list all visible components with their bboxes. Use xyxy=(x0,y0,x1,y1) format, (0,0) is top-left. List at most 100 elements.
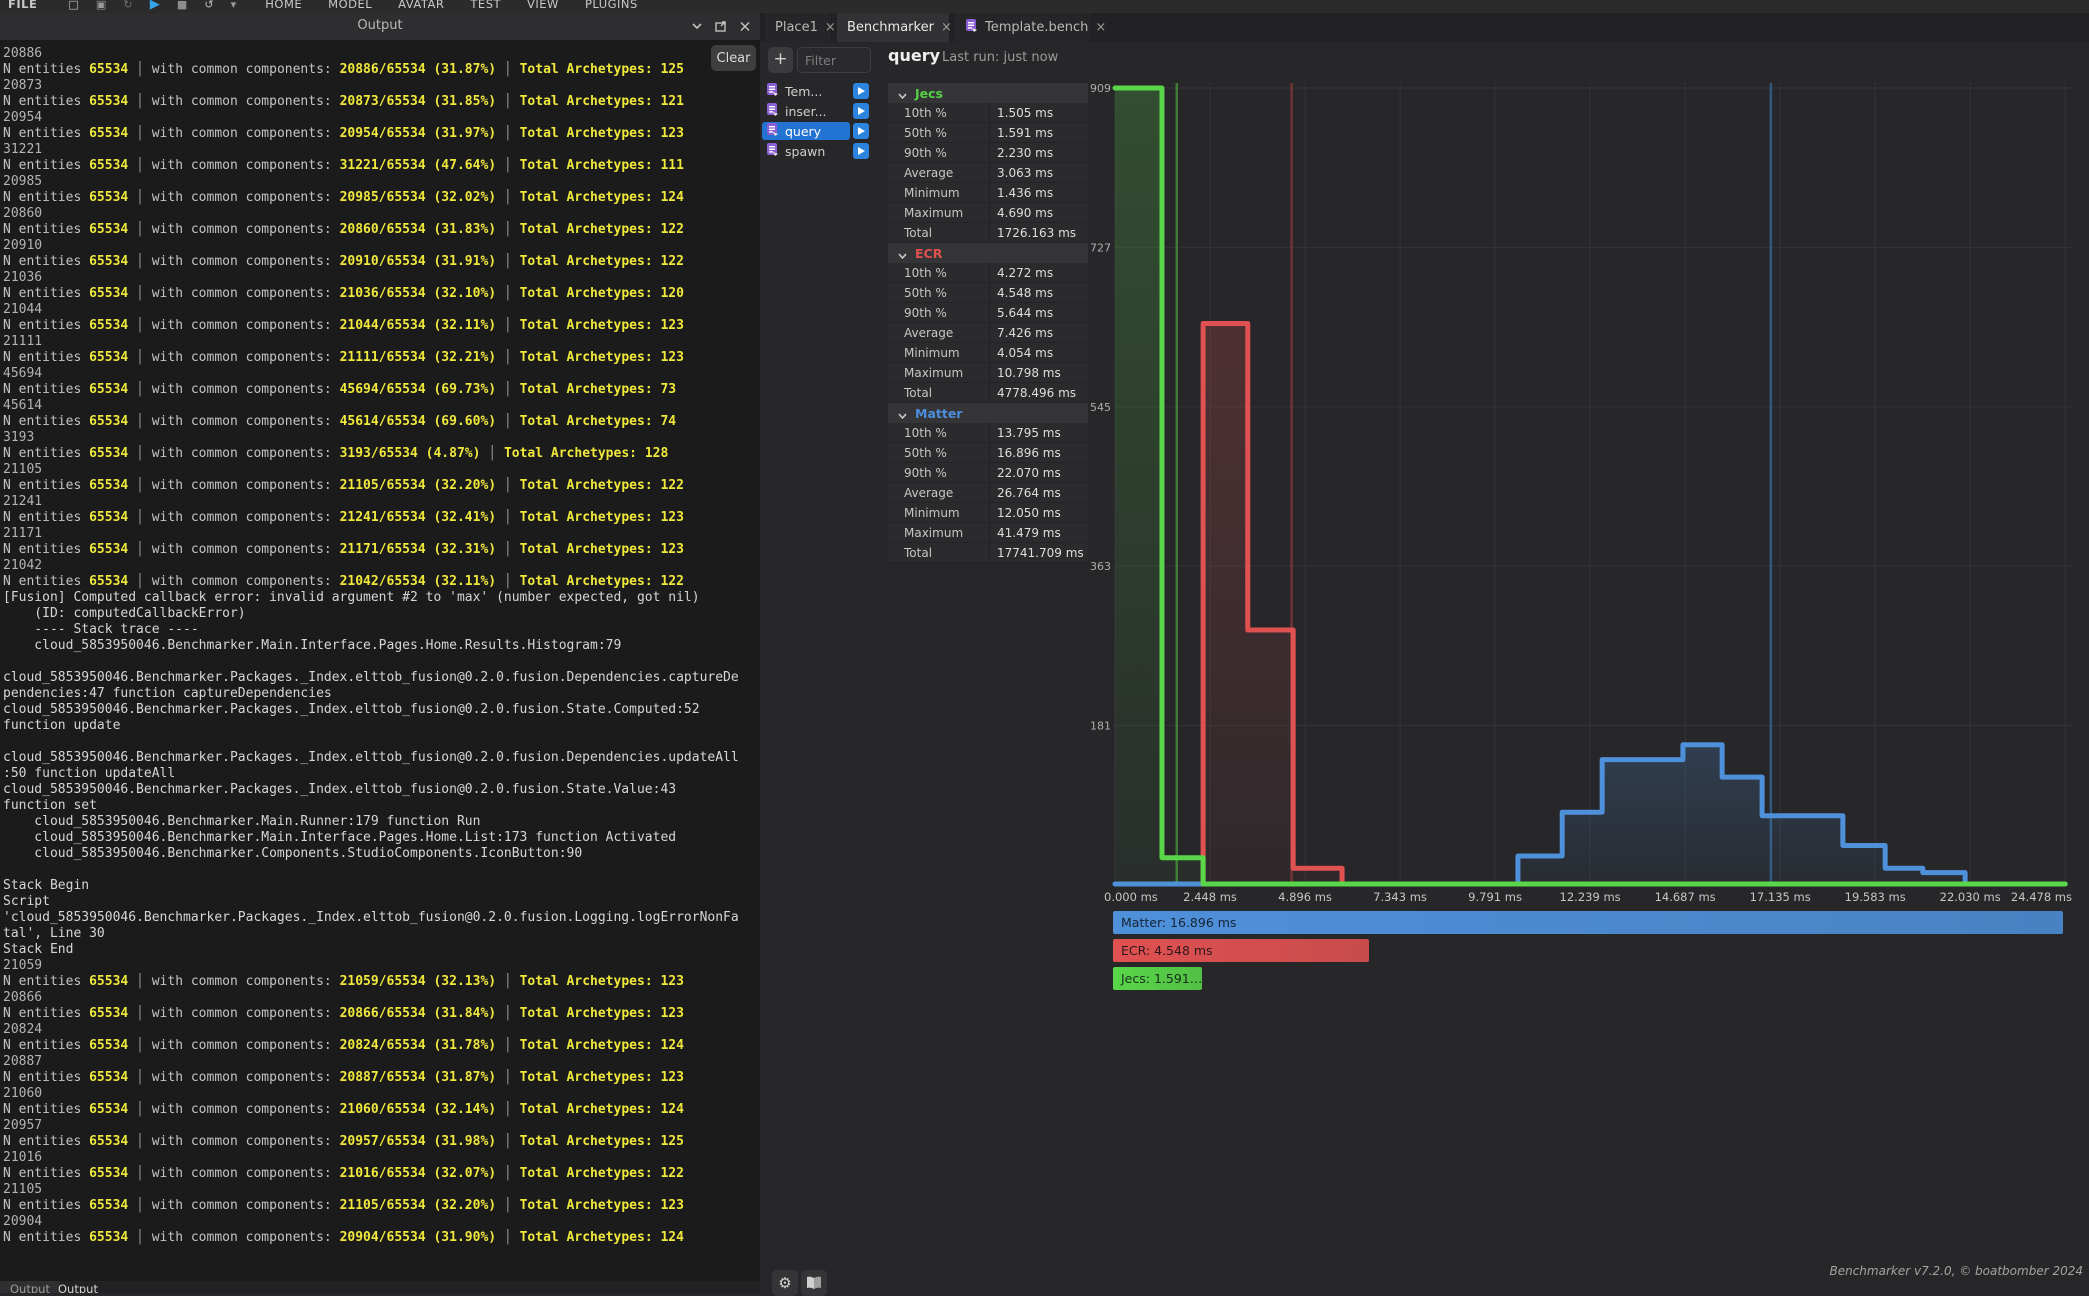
clipboard-icon[interactable]: □ xyxy=(68,0,78,13)
output-panel: Output 20886N entities 65534 │ with comm… xyxy=(0,13,760,1281)
console-text: 65534 xyxy=(89,542,128,557)
output-panel-titlebar[interactable]: Output xyxy=(0,13,760,40)
stats-section-header-matter[interactable]: Matter xyxy=(888,403,1088,423)
column-divider xyxy=(989,283,990,302)
stats-row: Minimum4.054 ms xyxy=(888,343,1088,363)
console-line: function set xyxy=(3,798,760,814)
stat-label: Maximum xyxy=(904,366,963,380)
sidebar-item-inser[interactable]: inser... xyxy=(762,102,850,120)
stat-label: Maximum xyxy=(904,206,963,220)
tab-template-bench[interactable]: Template.bench× xyxy=(955,13,1092,42)
console-line: 20873 xyxy=(3,78,760,94)
console-text: │ xyxy=(496,382,519,397)
stat-value: 41.479 ms xyxy=(997,526,1061,540)
menu-plugins[interactable]: PLUGINS xyxy=(585,0,638,13)
console-text: with common components: xyxy=(152,574,340,589)
console-line: N entities 65534 │ with common component… xyxy=(3,222,760,238)
console-line: N entities 65534 │ with common component… xyxy=(3,126,760,142)
run-benchmark-button[interactable] xyxy=(853,103,869,119)
console-text: 65534 xyxy=(89,574,128,589)
menu-avatar[interactable]: AVATAR xyxy=(398,0,444,13)
menu-model[interactable]: MODEL xyxy=(328,0,372,13)
stats-section-header-ecr[interactable]: ECR xyxy=(888,243,1088,263)
console-text: 21059/65534 (32.13%) xyxy=(340,974,497,989)
stat-value: 4778.496 ms xyxy=(997,386,1076,400)
console-text: │ xyxy=(128,94,151,109)
stat-label: Minimum xyxy=(904,506,960,520)
console-text: N entities xyxy=(3,574,89,589)
stat-label: 10th % xyxy=(904,106,947,120)
docked-tab-1[interactable]: Output xyxy=(48,1281,108,1293)
console-line: N entities 65534 │ with common component… xyxy=(3,478,760,494)
console-text: │ xyxy=(496,1070,519,1085)
stat-value: 5.644 ms xyxy=(997,306,1053,320)
console-text: N entities xyxy=(3,62,89,77)
console-text: │ xyxy=(128,1134,151,1149)
console-text: N entities xyxy=(3,222,89,237)
sidebar-item-spawn[interactable]: spawn xyxy=(762,142,850,160)
menu-test[interactable]: TEST xyxy=(470,0,501,13)
console-text: N entities xyxy=(3,1230,89,1245)
column-divider xyxy=(989,123,990,142)
column-divider xyxy=(989,323,990,342)
chevron-down-icon[interactable] xyxy=(690,17,704,35)
menu-home[interactable]: HOME xyxy=(265,0,302,13)
pop-out-icon[interactable] xyxy=(714,17,728,35)
stat-value: 1726.163 ms xyxy=(997,226,1076,240)
console-text: │ xyxy=(128,1038,151,1053)
console-text: 21016/65534 (32.07%) xyxy=(340,1166,497,1181)
settings-button[interactable]: ⚙ xyxy=(772,1270,798,1296)
close-icon[interactable]: × xyxy=(825,20,836,35)
play-icon[interactable]: ▶ xyxy=(150,0,160,13)
tab-place1[interactable]: Place1× xyxy=(765,13,832,42)
run-benchmark-button[interactable] xyxy=(853,83,869,99)
undo-icon[interactable]: ↺ xyxy=(204,0,213,13)
console-text: │ xyxy=(496,1198,519,1213)
console-line: N entities 65534 │ with common component… xyxy=(3,974,760,990)
console-line: 21042 xyxy=(3,558,760,574)
close-icon[interactable]: × xyxy=(941,20,952,35)
tab-benchmarker[interactable]: Benchmarker× xyxy=(837,13,950,42)
console-text: 45614/65534 (69.60%) xyxy=(340,414,497,429)
console-line: 20860 xyxy=(3,206,760,222)
run-benchmark-button[interactable] xyxy=(853,143,869,159)
menu-file[interactable]: FILE xyxy=(8,0,37,13)
console-line: cloud_5853950046.Benchmarker.Packages._I… xyxy=(3,750,760,766)
stats-row: Average3.063 ms xyxy=(888,163,1088,183)
column-divider xyxy=(989,103,990,122)
clear-button[interactable]: Clear xyxy=(711,45,756,71)
sidebar-item-query[interactable]: query xyxy=(762,122,850,140)
stop-icon[interactable]: ■ xyxy=(177,0,187,13)
console-text: N entities xyxy=(3,350,89,365)
console-line: cloud_5853950046.Benchmarker.Main.Interf… xyxy=(3,830,760,846)
console-text: │ xyxy=(480,446,503,461)
stat-label: 50th % xyxy=(904,126,947,140)
redo-icon[interactable]: ↻ xyxy=(123,0,132,13)
console-text: 20985/65534 (32.02%) xyxy=(340,190,497,205)
console-text: with common components: xyxy=(152,382,340,397)
sidebar-item-Tem[interactable]: Tem... xyxy=(762,82,850,100)
console-text: │ xyxy=(128,1102,151,1117)
console-line xyxy=(3,734,760,750)
close-icon[interactable] xyxy=(738,17,752,35)
filter-input[interactable] xyxy=(797,47,871,73)
run-benchmark-button[interactable] xyxy=(853,123,869,139)
console-line: N entities 65534 │ with common component… xyxy=(3,1038,760,1054)
console-text: N entities xyxy=(3,1102,89,1117)
console-text: 65534 xyxy=(89,974,128,989)
stats-row: Total17741.709 ms xyxy=(888,543,1088,563)
stats-section-header-jecs[interactable]: Jecs xyxy=(888,83,1088,103)
console-line: N entities 65534 │ with common component… xyxy=(3,286,760,302)
output-panel-title: Output xyxy=(0,18,760,33)
console-line: pendencies:47 function captureDependenci… xyxy=(3,686,760,702)
console-text: 20957/65534 (31.98%) xyxy=(340,1134,497,1149)
console-text: │ xyxy=(128,974,151,989)
publish-icon[interactable]: ▣ xyxy=(96,0,106,13)
stats-row: 90th %5.644 ms xyxy=(888,303,1088,323)
close-icon[interactable]: × xyxy=(1095,20,1106,35)
docs-button[interactable] xyxy=(801,1270,827,1296)
caret-down-icon[interactable]: ▾ xyxy=(231,0,237,13)
console-text: with common components: xyxy=(152,318,340,333)
add-benchmark-button[interactable]: + xyxy=(768,47,793,73)
menu-view[interactable]: VIEW xyxy=(527,0,559,13)
